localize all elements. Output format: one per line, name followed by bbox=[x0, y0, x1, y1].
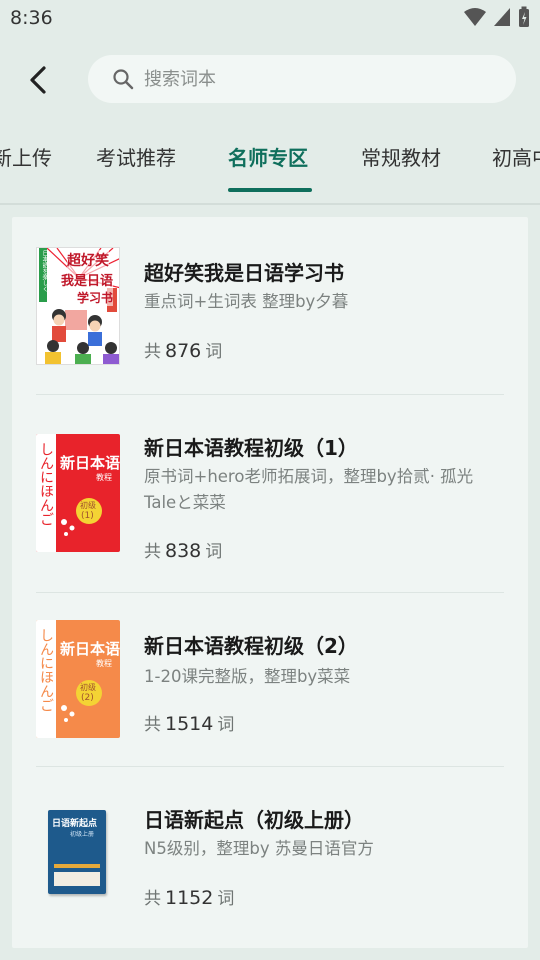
cover-title: 新日本语 bbox=[60, 640, 120, 658]
wordbook-title: 新日本语教程初级（1） bbox=[144, 436, 358, 460]
count-number: 876 bbox=[165, 340, 202, 362]
wordbook-description: 1-20课完整版，整理by菜菜 bbox=[144, 667, 351, 686]
wifi-icon bbox=[464, 8, 486, 26]
cover-subtitle: 教程 bbox=[96, 659, 112, 668]
cover-flower-decoration bbox=[61, 519, 75, 536]
count-suffix: 词 bbox=[217, 715, 235, 735]
status-icons bbox=[464, 6, 530, 28]
wordbook-item[interactable]: 超好笑 我是日语 学习书 日本語を楽しく 超好笑我是日语学习书 重点词+生词表 … bbox=[36, 247, 504, 397]
wordbook-word-count: 共 1152 词 bbox=[144, 884, 234, 909]
wordbook-item[interactable]: 日语新起点 初级上册 日语新起点（初级上册） N5级别，整理by 苏曼日语官方 … bbox=[36, 794, 504, 944]
list-divider bbox=[36, 394, 504, 395]
wordbook-item[interactable]: しんにほんご 新日本语 教程 初级 (2) 新日本语教程初级（2） 1-20课完… bbox=[36, 620, 504, 770]
tab-new-uploads[interactable]: 新上传 bbox=[0, 142, 52, 171]
cover-title: 日语新起点 bbox=[52, 819, 98, 829]
battery-icon bbox=[519, 6, 529, 27]
count-number: 838 bbox=[165, 540, 202, 562]
cellular-signal-icon bbox=[494, 8, 510, 26]
status-bar: 8:36 bbox=[0, 0, 540, 36]
cover-kana: しんにほんご bbox=[38, 442, 54, 526]
book-cover: しんにほんご 新日本语 教程 初级 (2) bbox=[36, 620, 120, 738]
wordbook-title: 新日本语教程初级（2） bbox=[144, 634, 358, 658]
wordbook-item[interactable]: しんにほんご 新日本语 教程 初级 (1) 新日本语教程初级（1） 原书词+he… bbox=[36, 434, 504, 584]
status-time: 8:36 bbox=[10, 7, 53, 29]
search-input[interactable] bbox=[144, 68, 484, 90]
back-button[interactable] bbox=[16, 58, 60, 102]
active-tab-indicator bbox=[228, 188, 312, 192]
cover-level: 初级 bbox=[80, 501, 96, 510]
cover-title-mid: 我是日语 bbox=[61, 270, 114, 289]
search-bar[interactable] bbox=[88, 55, 516, 103]
cover-subtitle: 教程 bbox=[96, 473, 112, 482]
back-arrow-icon bbox=[30, 66, 46, 94]
count-prefix: 共 bbox=[144, 715, 161, 735]
tabs-divider bbox=[0, 203, 540, 205]
book-cover: 日语新起点 初级上册 bbox=[36, 794, 120, 912]
count-prefix: 共 bbox=[144, 889, 161, 909]
cover-spine-text: 日本語を楽しく bbox=[41, 250, 48, 292]
cover-subtitle: 初级上册 bbox=[70, 831, 95, 838]
cover-flower-decoration bbox=[61, 705, 75, 722]
count-number: 1514 bbox=[165, 713, 214, 735]
cover-kana: しんにほんご bbox=[38, 628, 54, 712]
list-divider bbox=[36, 592, 504, 593]
wordbook-description: N5级别，整理by 苏曼日语官方 bbox=[144, 839, 374, 858]
count-number: 1152 bbox=[165, 887, 214, 909]
search-icon bbox=[113, 69, 134, 90]
wordbook-word-count: 共 838 词 bbox=[144, 537, 222, 562]
tab-famous-teachers[interactable]: 名师专区 bbox=[228, 142, 308, 171]
wordbook-word-count: 共 876 词 bbox=[144, 337, 222, 362]
count-prefix: 共 bbox=[144, 342, 161, 362]
wordbook-description: 重点词+生词表 整理by夕暮 bbox=[144, 292, 349, 311]
count-suffix: 词 bbox=[205, 542, 223, 562]
tab-middle-high-school[interactable]: 初高中 bbox=[492, 142, 540, 171]
cover-title-top: 超好笑 bbox=[67, 250, 109, 270]
wordbook-list: 超好笑 我是日语 学习书 日本語を楽しく 超好笑我是日语学习书 重点词+生词表 … bbox=[12, 217, 528, 948]
tab-exam-recommend[interactable]: 考试推荐 bbox=[96, 142, 176, 171]
list-divider bbox=[36, 766, 504, 767]
book-cover: しんにほんご 新日本语 教程 初级 (1) bbox=[36, 434, 120, 552]
book-cover: 超好笑 我是日语 学习书 日本語を楽しく bbox=[36, 247, 120, 365]
wordbook-description: 原书词+hero老师拓展词，整理by拾贰· 孤光Taleと菜菜 bbox=[144, 467, 474, 512]
tab-regular-textbooks[interactable]: 常规教材 bbox=[361, 142, 441, 171]
cover-title: 新日本语 bbox=[60, 454, 120, 472]
wordbook-word-count: 共 1514 词 bbox=[144, 710, 234, 735]
cover-level: 初级 bbox=[80, 683, 96, 692]
count-suffix: 词 bbox=[217, 889, 235, 909]
cover-title-bottom: 学习书 bbox=[77, 289, 114, 306]
category-tabs: 新上传 考试推荐 名师专区 常规教材 初高中 bbox=[0, 120, 540, 194]
count-prefix: 共 bbox=[144, 542, 161, 562]
wordbook-title: 日语新起点（初级上册） bbox=[144, 808, 364, 832]
count-suffix: 词 bbox=[205, 342, 223, 362]
wordbook-title: 超好笑我是日语学习书 bbox=[144, 261, 344, 285]
